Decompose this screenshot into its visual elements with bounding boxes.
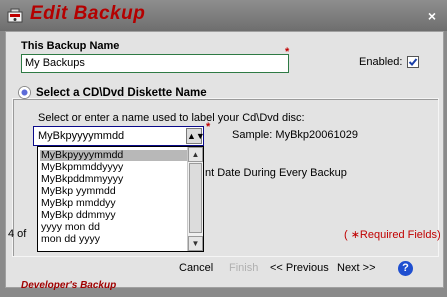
list-item[interactable]: mon dd yyyy (40, 234, 189, 245)
list-item[interactable]: MyBkp ddmmyy (40, 210, 189, 221)
required-fields-note: ( ∗Required Fields) (344, 229, 441, 241)
cd-disc-icon (18, 86, 31, 99)
cancel-button[interactable]: Cancel (179, 262, 213, 274)
window-title: Edit Backup (30, 3, 146, 24)
enabled-label: Enabled: (359, 56, 403, 68)
combo-value: MyBkpyyyymmdd (38, 130, 125, 142)
disc-name-dropdown-list[interactable]: MyBkpyyyymmdd MyBkpmmddyyyy MyBkpddmmyyy… (37, 146, 204, 252)
next-button[interactable]: Next >> (337, 262, 376, 274)
list-item[interactable]: yyyy mon dd (40, 222, 189, 233)
list-item[interactable]: MyBkp mmddyy (40, 198, 189, 209)
dropdown-toggle-icon[interactable]: ▲▼ (186, 128, 205, 144)
sample-text: Sample: MyBkp20061029 (232, 129, 358, 141)
list-item[interactable]: MyBkpyyyymmdd (40, 150, 189, 161)
checkmark-icon (408, 58, 418, 66)
backup-name-label: This Backup Name (21, 40, 120, 52)
edit-backup-window: Edit Backup × This Backup Name * My Back… (0, 0, 447, 297)
step-indicator: 4 of (8, 228, 27, 240)
instruction-text: Select or enter a name used to label you… (38, 112, 305, 124)
scroll-down-icon[interactable]: ▼ (188, 236, 203, 251)
finish-button[interactable]: Finish (229, 262, 258, 274)
list-item[interactable]: MyBkpmmddyyyy (40, 162, 189, 173)
enabled-checkbox[interactable] (407, 56, 419, 68)
backup-name-input[interactable]: My Backups (21, 54, 289, 73)
date-option-text: nt Date During Every Backup (205, 167, 347, 179)
group-title: Select a CD\Dvd Diskette Name (36, 87, 207, 99)
disc-name-combobox[interactable]: MyBkpyyyymmdd ▲▼ (33, 126, 205, 146)
dropdown-scrollbar[interactable]: ▲ ▼ (187, 147, 203, 251)
previous-button[interactable]: << Previous (270, 262, 329, 274)
backup-app-icon (7, 8, 23, 23)
list-item[interactable]: MyBkpddmmyyyy (40, 174, 189, 185)
required-asterisk-2: * (206, 121, 211, 133)
scroll-thumb[interactable] (189, 163, 202, 233)
close-icon[interactable]: × (425, 9, 439, 23)
brand-footer: Developer's Backup (21, 280, 117, 291)
scroll-up-icon[interactable]: ▲ (188, 147, 203, 162)
help-icon[interactable]: ? (398, 261, 413, 276)
list-item[interactable]: MyBkp yymmdd (40, 186, 189, 197)
title-bar: Edit Backup × (0, 0, 447, 31)
